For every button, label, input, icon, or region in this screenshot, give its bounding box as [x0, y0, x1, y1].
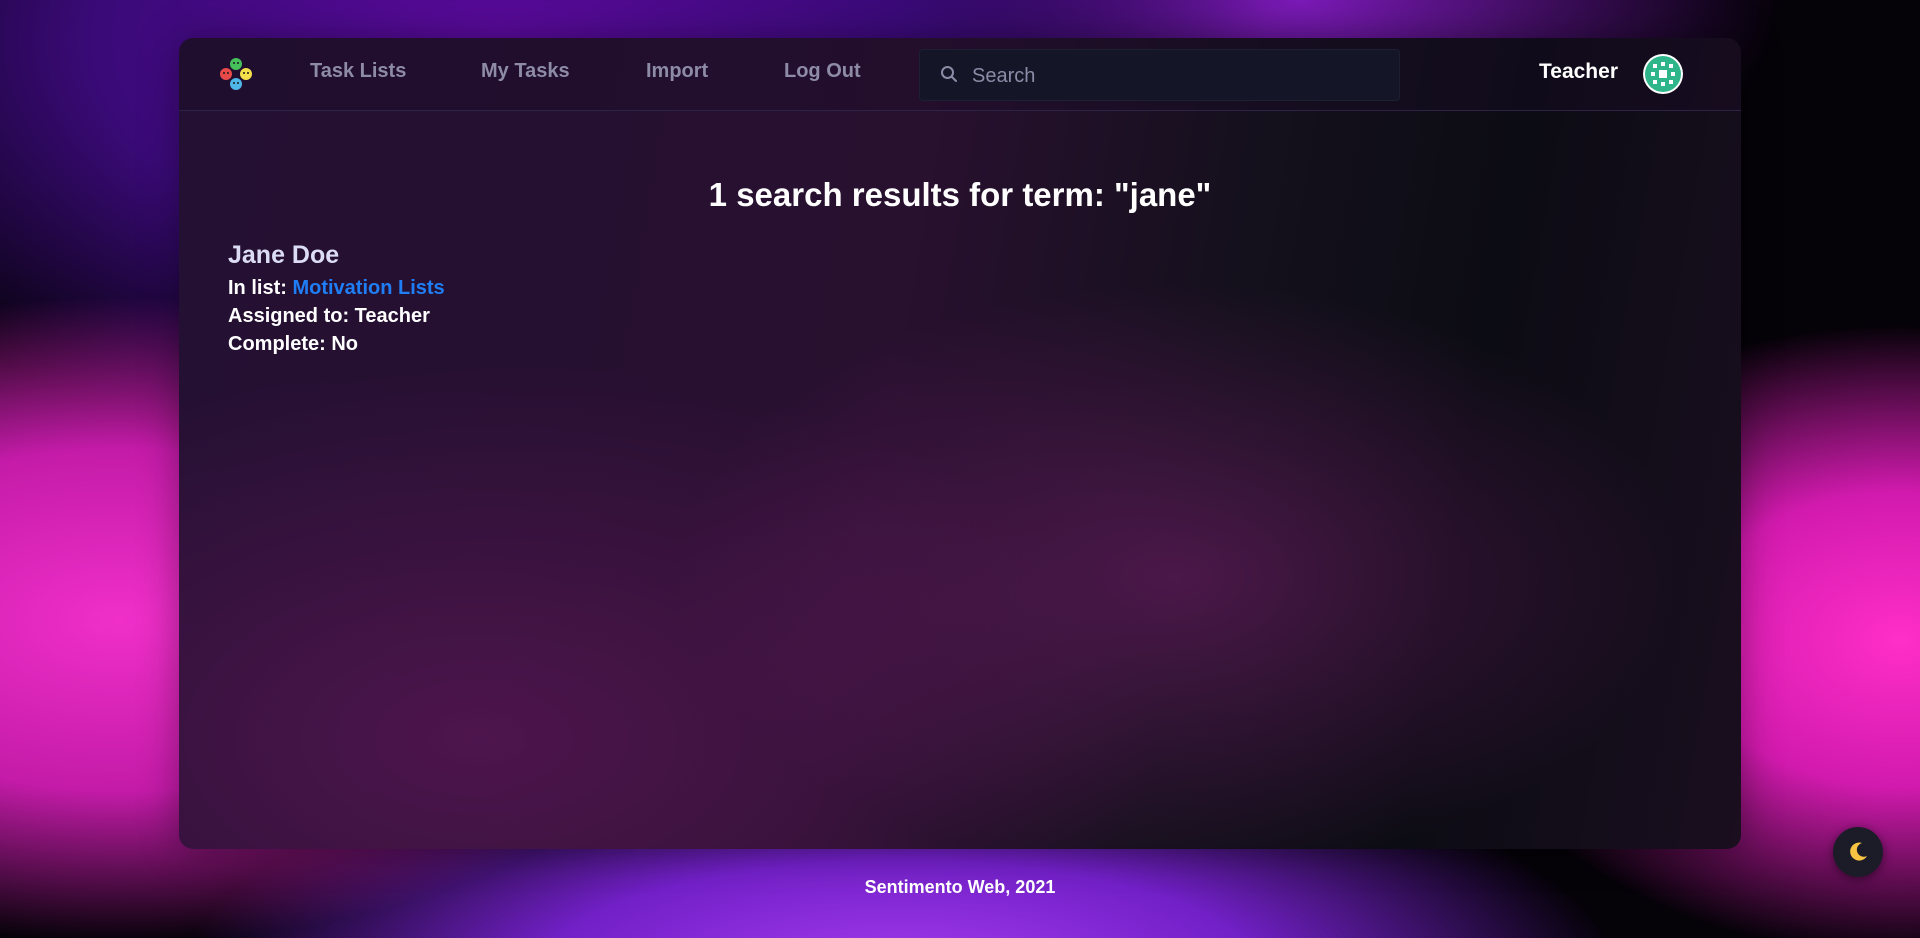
- user-avatar-icon[interactable]: [1643, 54, 1683, 94]
- result-name: Jane Doe: [228, 241, 340, 269]
- search-box: [919, 49, 1400, 102]
- result-complete-value: No: [331, 333, 359, 355]
- result-complete-line: Complete: No: [228, 330, 828, 358]
- nav-my-tasks[interactable]: My Tasks: [481, 60, 570, 83]
- top-navbar: Task Lists My Tasks Import Log Out Teach…: [179, 38, 1741, 111]
- user-name[interactable]: Teacher: [1539, 60, 1618, 84]
- nav-task-lists[interactable]: Task Lists: [310, 60, 406, 83]
- nav-import[interactable]: Import: [646, 60, 708, 83]
- result-assigned-value: Teacher: [354, 305, 430, 327]
- result-complete-label: Complete:: [228, 333, 332, 355]
- sentimento-logo-icon[interactable]: [215, 54, 257, 96]
- result-assigned-line: Assigned to: Teacher: [228, 302, 828, 330]
- theme-toggle-button[interactable]: [1833, 827, 1883, 877]
- search-result-item: Jane Doe In list: Motivation Lists Assig…: [228, 241, 828, 358]
- search-input[interactable]: [970, 50, 1394, 102]
- result-list-line: In list: Motivation Lists: [228, 274, 828, 302]
- main-card: Task Lists My Tasks Import Log Out Teach…: [179, 38, 1741, 849]
- footer-text: Sentimento Web, 2021: [864, 877, 1056, 897]
- nav-log-out[interactable]: Log Out: [784, 60, 861, 83]
- search-icon: [940, 65, 958, 88]
- result-assigned-label: Assigned to:: [228, 305, 355, 327]
- moon-icon: [1850, 842, 1867, 861]
- result-list-link[interactable]: Motivation Lists: [292, 277, 444, 299]
- search-results-title: 1 search results for term: "jane": [708, 176, 1212, 213]
- result-list-label: In list:: [228, 277, 293, 299]
